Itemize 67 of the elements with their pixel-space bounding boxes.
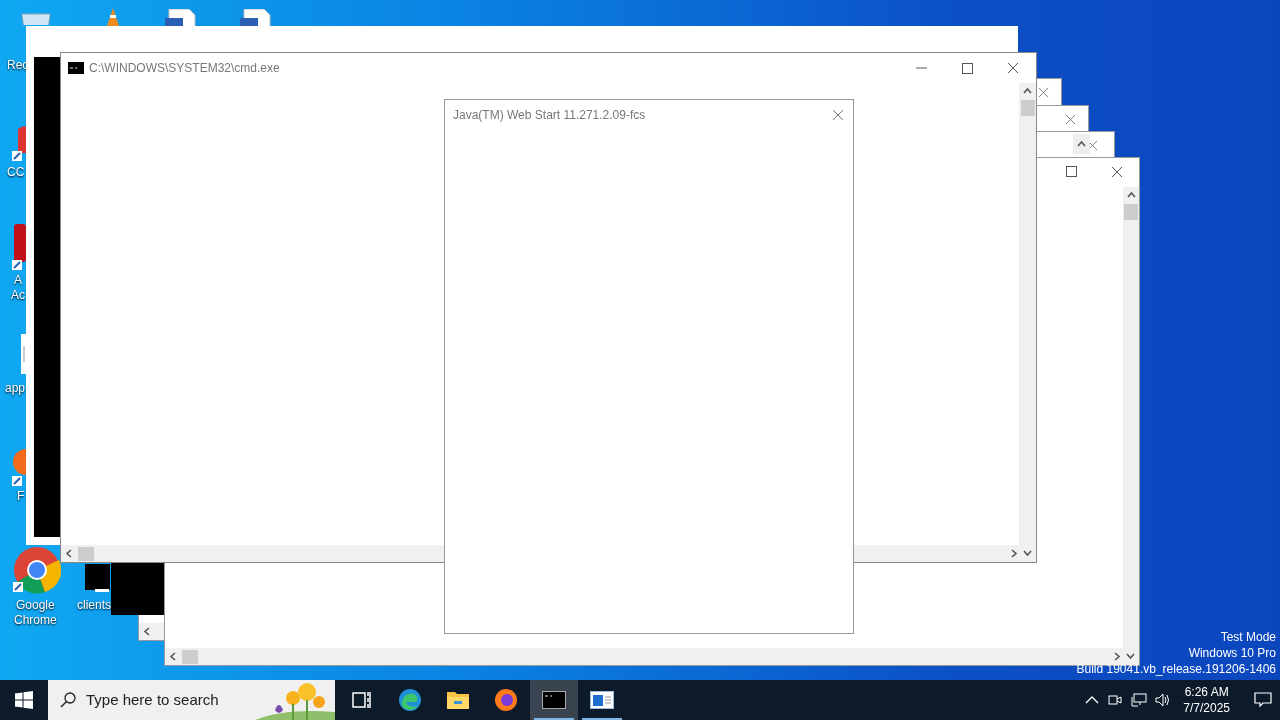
acrobat-icon[interactable] [12,224,26,272]
notice-text: Build 19041.vb_release.191206-1406 [1076,661,1276,677]
scroll-thumb[interactable] [78,546,94,561]
notifications-icon[interactable] [1254,692,1272,708]
window-title: C:\WINDOWS\SYSTEM32\cmd.exe [89,60,280,77]
notice-text: Test Mode [1220,629,1276,645]
close-icon[interactable] [1111,166,1123,178]
scroll-thumb[interactable] [182,649,198,664]
icon-label: CC [7,165,25,180]
chevron-up-icon[interactable] [1085,696,1100,704]
taskbar-app[interactable] [530,680,578,720]
icon-label: app [5,381,26,396]
scroll-up-icon[interactable] [1023,87,1032,96]
notice-text: Windows 10 Pro [1188,645,1276,661]
scrollbar[interactable] [1123,187,1139,648]
window-title: Java(TM) Web Start 11.271.2.09-fcs [453,107,646,124]
scroll-thumb[interactable] [1124,204,1138,220]
icon-label: clients [77,598,111,613]
close-icon[interactable] [1065,114,1076,125]
scroll-up-icon[interactable] [1077,139,1086,149]
scroll-down-icon[interactable] [1023,549,1032,558]
icon-label: Ac [11,288,25,303]
scrollbar[interactable] [165,648,1139,665]
scroll-thumb[interactable] [1020,100,1035,116]
close-icon[interactable] [832,109,844,121]
close-icon[interactable] [1007,62,1019,74]
volume-icon[interactable] [1155,692,1172,708]
scrollbar[interactable] [1019,83,1036,545]
scroll-left-icon[interactable] [169,652,178,661]
scroll-right-icon[interactable] [1113,652,1122,661]
maximize-icon[interactable] [961,62,973,74]
running-indicator [534,718,574,720]
clock-date: 7/7/2025 [1183,700,1230,716]
folder-icon [446,690,470,710]
document-icon[interactable] [238,9,274,27]
icon-label: Chrome [14,613,57,628]
clock-time: 6:26 AM [1184,684,1229,700]
search-icon [60,692,76,708]
icon-label: Google [16,598,55,613]
scroll-left-icon[interactable] [65,549,74,558]
network-icon[interactable] [1131,692,1148,708]
close-icon[interactable] [1087,140,1098,151]
camera-icon[interactable] [1107,692,1124,708]
document-icon[interactable] [163,9,199,27]
search-placeholder: Type here to search [86,689,219,710]
task-view-icon [352,691,372,709]
scroll-left-icon[interactable] [143,627,152,636]
maximize-icon[interactable] [1066,166,1077,177]
scroll-down-icon[interactable] [1126,652,1135,661]
icon-label: F [17,489,25,504]
app-icon[interactable] [12,125,26,161]
scroll-up-icon[interactable] [1126,191,1136,200]
window-icon [590,691,614,709]
console-area [111,563,164,615]
search-field[interactable]: Type here to search [48,680,335,720]
chrome-icon[interactable] [11,546,61,596]
close-icon[interactable] [1038,87,1049,98]
windows-logo-icon [15,691,33,709]
icon-label: A [14,273,22,288]
firefox-icon[interactable] [12,448,26,488]
terminal-icon [542,691,566,709]
clock[interactable]: 6:26 AM 7/7/2025 [1179,684,1234,716]
running-indicator [582,718,622,720]
terminal-icon [68,62,84,74]
scroll-right-icon[interactable] [1010,549,1019,558]
firefox-icon [494,688,518,712]
edge-icon [398,688,422,712]
